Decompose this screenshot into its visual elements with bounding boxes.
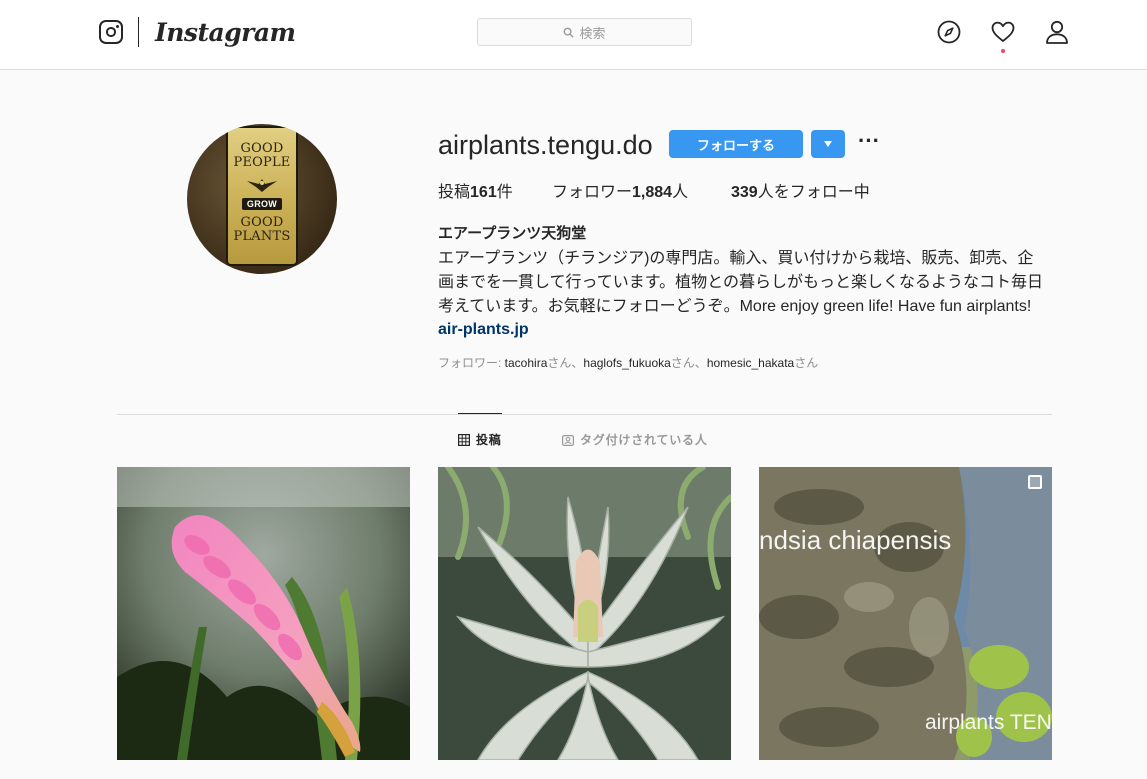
notification-dot xyxy=(1001,49,1005,53)
search-icon xyxy=(564,27,575,38)
avatar-text-good: GOOD xyxy=(240,141,284,156)
bio-line: エアープランツ（チランジア)の専門店。輸入、買い付けから栽培、販売、卸売、企 xyxy=(438,250,1034,267)
bio-line: 考えています。お気軽にフォローどうぞ。More enjoy green life… xyxy=(438,298,1032,315)
post-thumbnail-rock-cliff[interactable]: ndsia chiapensis airplants TENG xyxy=(759,467,1052,760)
profile-bio: エアープランツ（チランジア)の専門店。輸入、買い付けから栽培、販売、卸売、企 画… xyxy=(438,247,1050,319)
followed-by[interactable]: フォロワー: tacohiraさん、haglofs_fukuokaさん、home… xyxy=(438,355,818,371)
camera-logo-icon[interactable] xyxy=(99,20,123,44)
tab-posts-label: 投稿 xyxy=(476,433,502,447)
profile-avatar[interactable]: GOOD PEOPLE GROW GOOD PLANTS xyxy=(187,124,337,274)
search-input[interactable]: 検索 xyxy=(477,18,692,46)
tagged-icon xyxy=(562,435,574,446)
chevron-down-icon xyxy=(824,141,832,147)
post-overlay-watermark: airplants TENG xyxy=(925,711,1052,734)
grid-icon xyxy=(458,434,470,446)
profile-website-link[interactable]: air-plants.jp xyxy=(438,319,529,341)
post-image xyxy=(117,467,410,760)
multiple-posts-icon xyxy=(1028,475,1042,489)
search-placeholder: 検索 xyxy=(579,25,606,41)
tab-tagged-label: タグ付けされている人 xyxy=(580,433,708,447)
heart-icon[interactable] xyxy=(990,19,1016,53)
posts-count: 投稿161件 xyxy=(438,184,513,201)
post-overlay-caption: ndsia chiapensis xyxy=(759,525,952,555)
avatar-text-plants: PLANTS xyxy=(233,229,291,244)
bird-emblem-icon xyxy=(247,179,277,192)
following-link[interactable]: 339人をフォロー中 xyxy=(731,183,870,203)
tab-posts[interactable]: 投稿 xyxy=(458,432,502,448)
tabs-divider xyxy=(117,414,1052,415)
compass-icon[interactable] xyxy=(936,19,962,45)
tab-tagged[interactable]: タグ付けされている人 xyxy=(562,432,708,448)
avatar-text-good-2: GOOD xyxy=(240,215,284,230)
active-tab-indicator xyxy=(458,413,502,414)
instagram-wordmark[interactable]: Instagram xyxy=(155,15,296,51)
top-nav: Instagram 検索 xyxy=(0,0,1147,70)
post-thumbnail-silver-airplant[interactable] xyxy=(438,467,731,760)
logo-divider xyxy=(138,17,139,47)
followers-link[interactable]: フォロワー1,884人 xyxy=(552,183,688,203)
avatar-grow-badge: GROW xyxy=(241,198,283,210)
suggestions-dropdown-button[interactable] xyxy=(811,130,845,158)
user-icon[interactable] xyxy=(1044,19,1070,45)
profile-username: airplants.tengu.do xyxy=(438,130,653,160)
post-thumbnail-pink-bloom[interactable] xyxy=(117,467,410,760)
bio-line: 画までを一貫して行っています。植物との暮らしがもっと楽しくなるようなコト毎日 xyxy=(438,274,1043,291)
more-options-button[interactable]: ··· xyxy=(857,130,881,158)
avatar-sign: GOOD PEOPLE GROW GOOD PLANTS xyxy=(226,126,298,266)
follow-button[interactable]: フォローする xyxy=(669,130,803,158)
profile-full-name: エアープランツ天狗堂 xyxy=(438,225,587,242)
post-image xyxy=(438,467,731,760)
avatar-text-people: PEOPLE xyxy=(233,155,291,170)
